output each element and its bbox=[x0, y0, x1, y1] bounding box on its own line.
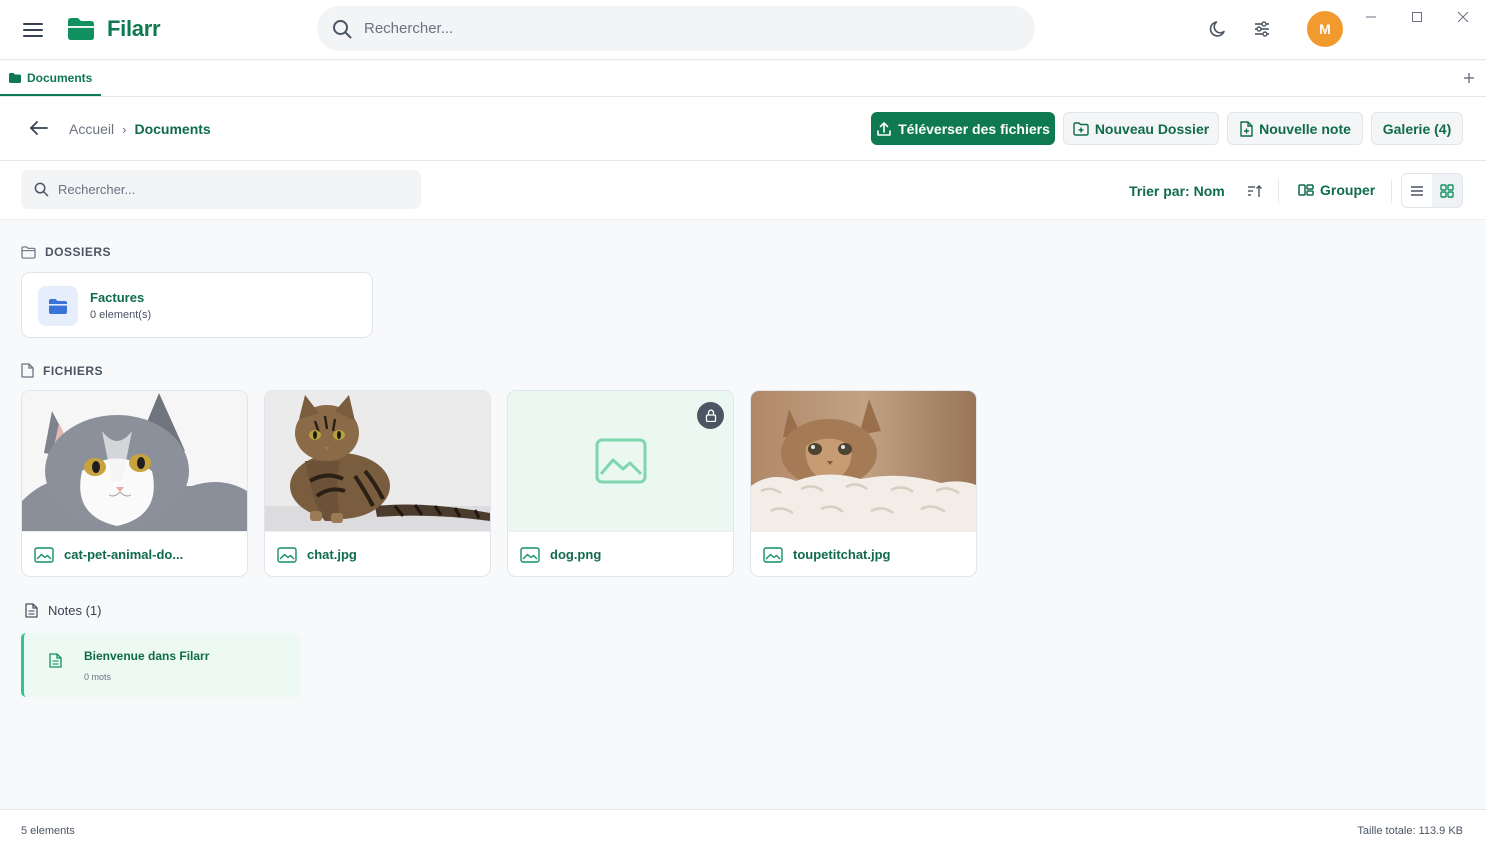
new-folder-button[interactable]: Nouveau Dossier bbox=[1063, 112, 1219, 145]
note-word-count: 0 mots bbox=[84, 672, 112, 682]
global-search-input[interactable] bbox=[364, 20, 964, 37]
hamburger-menu-icon[interactable] bbox=[20, 17, 46, 43]
search-icon bbox=[332, 19, 352, 39]
tab-bar: Documents bbox=[0, 61, 1486, 97]
files-section-header: FICHIERS bbox=[21, 363, 103, 378]
upload-icon bbox=[876, 121, 892, 137]
file-plus-icon bbox=[1239, 120, 1253, 137]
note-title: Bienvenue dans Filarr bbox=[84, 649, 210, 663]
image-file-icon bbox=[34, 546, 54, 563]
folder-tab-icon bbox=[9, 72, 21, 83]
toolbar-divider bbox=[1391, 179, 1392, 203]
image-placeholder-icon bbox=[595, 438, 647, 484]
user-avatar[interactable]: M bbox=[1307, 11, 1343, 47]
note-document-icon bbox=[49, 653, 62, 668]
folder-search[interactable] bbox=[21, 170, 421, 209]
folder-card[interactable]: Factures 0 element(s) bbox=[21, 272, 373, 338]
file-card[interactable]: cat-pet-animal-do... bbox=[21, 390, 248, 577]
folder-item-count: 0 element(s) bbox=[90, 309, 152, 321]
lock-icon bbox=[697, 402, 724, 429]
upload-files-label: Téléverser des fichiers bbox=[898, 120, 1050, 137]
notes-section-title: Notes (1) bbox=[48, 603, 102, 618]
settings-sliders-icon[interactable] bbox=[1250, 17, 1274, 41]
global-search[interactable] bbox=[317, 6, 1035, 51]
folders-section-header: DOSSIERS bbox=[21, 245, 111, 259]
search-icon bbox=[34, 182, 49, 197]
folder-logo-icon bbox=[67, 17, 95, 41]
status-bar: 5 elements Taille totale: 113.9 KB bbox=[0, 809, 1486, 847]
breadcrumb: Accueil › Documents bbox=[69, 121, 211, 137]
tab-documents[interactable]: Documents bbox=[0, 61, 101, 96]
group-button[interactable]: Grouper bbox=[1298, 182, 1375, 198]
upload-files-button[interactable]: Téléverser des fichiers bbox=[871, 112, 1055, 145]
folder-plus-icon bbox=[1073, 121, 1089, 136]
file-card[interactable]: toupetitchat.jpg bbox=[750, 390, 977, 577]
kitten-blanket-photo bbox=[751, 391, 976, 531]
add-tab-plus-icon[interactable] bbox=[1462, 71, 1476, 85]
breadcrumb-home[interactable]: Accueil bbox=[69, 121, 114, 137]
image-placeholder bbox=[508, 391, 733, 531]
gallery-label: Galerie (4) bbox=[1382, 120, 1452, 137]
grid-view-icon[interactable] bbox=[1432, 174, 1462, 207]
group-icon bbox=[1298, 183, 1314, 197]
file-name: toupetitchat.jpg bbox=[793, 547, 891, 562]
group-label: Grouper bbox=[1320, 182, 1376, 198]
breadcrumb-separator: › bbox=[122, 121, 127, 137]
file-card[interactable]: dog.png bbox=[507, 390, 734, 577]
title-bar: Filarr M bbox=[0, 0, 1486, 60]
new-note-label: Nouvelle note bbox=[1259, 120, 1351, 137]
filter-bar: Trier par: Nom Grouper bbox=[0, 161, 1486, 220]
folder-name: Factures bbox=[90, 290, 145, 305]
window-close-icon[interactable] bbox=[1452, 6, 1474, 28]
folder-outline-icon bbox=[21, 245, 36, 259]
folders-section-title: DOSSIERS bbox=[45, 245, 112, 259]
breadcrumb-bar: Accueil › Documents Téléverser des fichi… bbox=[0, 97, 1486, 161]
file-meta: cat-pet-animal-do... bbox=[22, 531, 247, 576]
folder-search-input[interactable] bbox=[58, 182, 398, 197]
file-name: cat-pet-animal-do... bbox=[64, 547, 184, 562]
image-file-icon bbox=[277, 546, 297, 563]
cat-gray-white-photo bbox=[22, 391, 247, 531]
file-name: dog.png bbox=[550, 547, 602, 562]
new-note-button[interactable]: Nouvelle note bbox=[1227, 112, 1363, 145]
tab-label: Documents bbox=[27, 70, 93, 85]
toolbar-divider bbox=[1278, 179, 1279, 203]
sort-direction-icon[interactable] bbox=[1246, 182, 1264, 200]
folder-icon bbox=[38, 286, 78, 326]
files-section-title: FICHIERS bbox=[43, 363, 104, 378]
view-mode-toggle bbox=[1401, 173, 1463, 208]
window-maximize-icon[interactable] bbox=[1406, 6, 1428, 28]
file-name: chat.jpg bbox=[307, 547, 357, 562]
image-file-icon bbox=[763, 546, 783, 563]
file-meta: toupetitchat.jpg bbox=[751, 531, 976, 576]
file-card[interactable]: chat.jpg bbox=[264, 390, 491, 577]
new-folder-label: Nouveau Dossier bbox=[1094, 120, 1210, 137]
file-meta: dog.png bbox=[508, 531, 733, 576]
app-name: Filarr bbox=[107, 16, 161, 41]
app-logo[interactable]: Filarr bbox=[67, 16, 161, 42]
total-size: Taille totale: 113.9 KB bbox=[1357, 825, 1463, 837]
dark-mode-moon-icon[interactable] bbox=[1206, 17, 1230, 41]
gallery-button[interactable]: Galerie (4) bbox=[1371, 112, 1463, 145]
note-card[interactable]: Bienvenue dans Filarr 0 mots bbox=[21, 633, 300, 697]
breadcrumb-current: Documents bbox=[134, 121, 211, 137]
document-icon bbox=[25, 603, 38, 618]
back-arrow-icon[interactable] bbox=[28, 117, 50, 139]
file-outline-icon bbox=[21, 363, 34, 378]
image-file-icon bbox=[520, 546, 540, 563]
sort-dropdown[interactable]: Trier par: Nom bbox=[1129, 183, 1225, 199]
file-meta: chat.jpg bbox=[265, 531, 490, 576]
list-view-icon[interactable] bbox=[1402, 174, 1432, 207]
tabby-cat-photo bbox=[265, 391, 490, 531]
window-minimize-icon[interactable] bbox=[1360, 6, 1382, 28]
item-count: 5 elements bbox=[21, 825, 75, 837]
notes-section-header: Notes (1) bbox=[25, 603, 101, 618]
